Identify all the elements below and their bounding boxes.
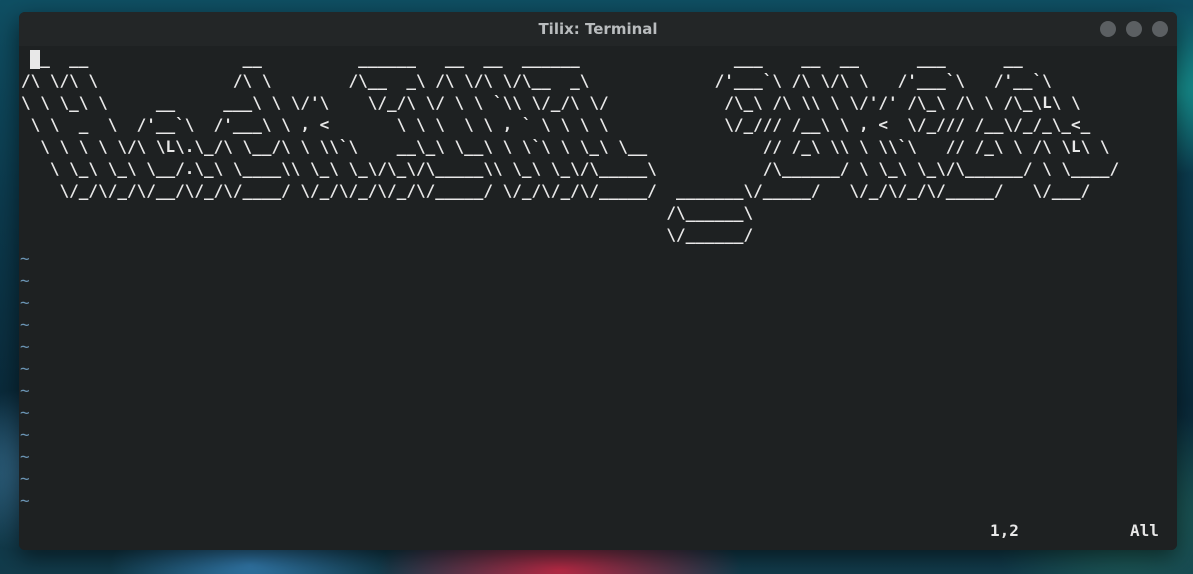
scroll-position-status: All xyxy=(1130,521,1159,540)
minimize-button[interactable] xyxy=(1100,21,1116,37)
title-bar[interactable]: Tilix: Terminal xyxy=(19,12,1177,46)
terminal-area[interactable]: __ __ __ ______ __ __ ______ ___ __ __ _… xyxy=(19,46,1177,550)
empty-line-markers: ~ ~ ~ ~ ~ ~ ~ ~ ~ ~ ~ ~ xyxy=(20,249,30,510)
close-button[interactable] xyxy=(1152,21,1168,37)
cursor-position-status: 1,2 xyxy=(990,521,1019,540)
maximize-button[interactable] xyxy=(1126,21,1142,37)
window-title: Tilix: Terminal xyxy=(538,20,658,38)
terminal-window: Tilix: Terminal __ __ __ ______ __ __ __… xyxy=(19,12,1177,550)
ascii-art-banner: __ __ __ ______ __ __ ______ ___ __ __ _… xyxy=(21,49,1120,244)
